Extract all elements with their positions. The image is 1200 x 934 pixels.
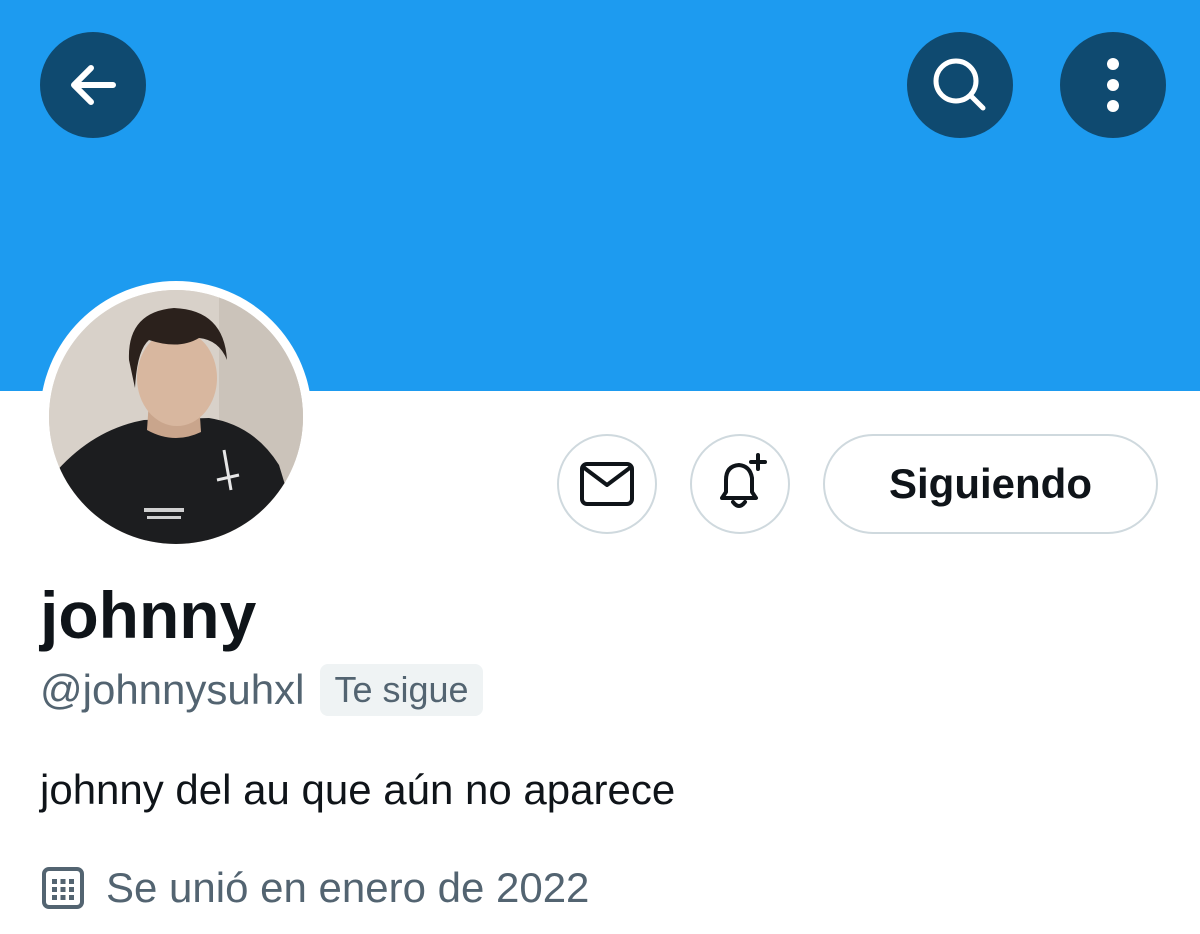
more-options-button[interactable]: [1060, 32, 1166, 138]
message-button[interactable]: [557, 434, 657, 534]
joined-date-row: Se unió en enero de 2022: [40, 858, 589, 918]
profile-bio: johnny del au que aún no aparece: [40, 766, 676, 813]
joined-date: Se unió en enero de 2022: [106, 864, 590, 911]
bell-plus-icon: [720, 453, 767, 508]
search-button[interactable]: [907, 32, 1013, 138]
envelope-icon: [580, 462, 634, 506]
calendar-icon: [42, 867, 84, 909]
avatar-frame[interactable]: [40, 281, 312, 553]
avatar-photo: [49, 290, 303, 544]
display-name: johnny: [40, 578, 257, 652]
arrow-left-icon: [71, 65, 116, 105]
handle-row: @johnnysuhxl Te sigue: [40, 662, 483, 718]
following-button[interactable]: Siguiendo: [823, 434, 1158, 534]
avatar[interactable]: [49, 290, 303, 544]
search-icon: [933, 58, 986, 111]
notifications-button[interactable]: [690, 434, 790, 534]
user-handle: @johnnysuhxl: [40, 666, 305, 713]
follows-you-badge: Te sigue: [320, 664, 483, 716]
more-vertical-icon: [1107, 58, 1119, 112]
back-button[interactable]: [40, 32, 146, 138]
